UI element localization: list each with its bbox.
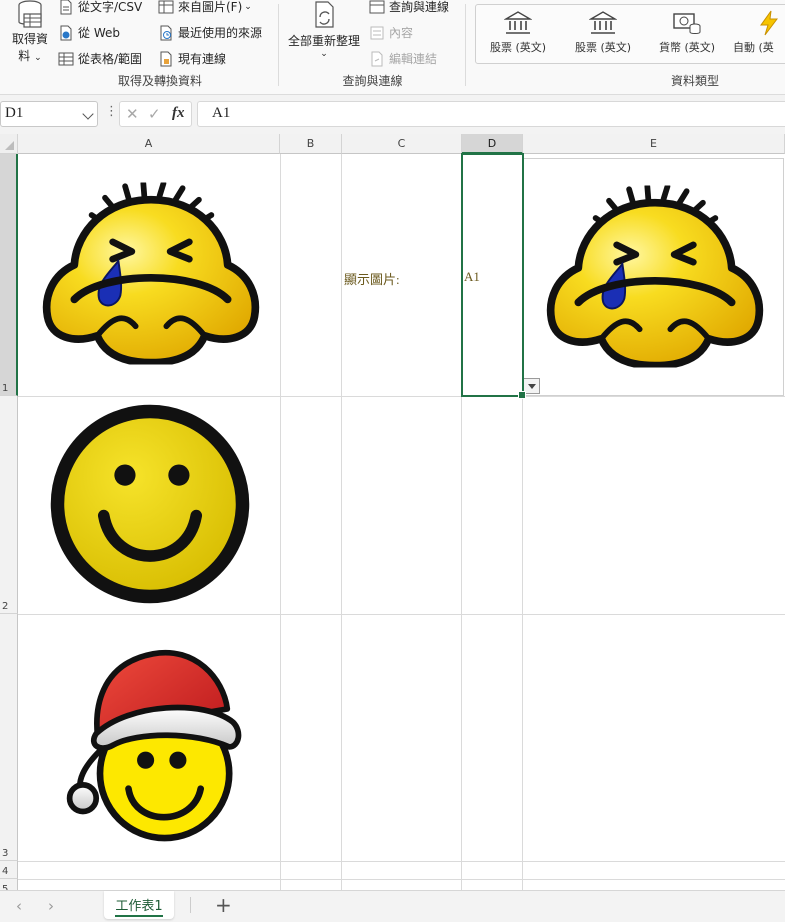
stocks-data-type-button[interactable]: 股票 (英文): [480, 10, 556, 55]
gridline: [341, 154, 342, 890]
bank-icon: [589, 11, 617, 34]
cancel-icon[interactable]: ✕: [126, 105, 139, 123]
group-label-get-transform: 取得及轉換資料: [117, 74, 202, 88]
from-picture-label: 來自圖片(F): [178, 0, 243, 14]
column-header-a[interactable]: A: [18, 134, 280, 154]
text-file-icon: [60, 0, 72, 14]
gridline: [18, 861, 785, 862]
from-text-csv-button[interactable]: 從文字/CSV: [58, 0, 142, 15]
stocks-data-type-button-2[interactable]: 股票 (英文): [565, 10, 641, 55]
gridline: [18, 614, 785, 615]
table-icon: [58, 52, 74, 65]
column-header-b[interactable]: B: [280, 134, 342, 154]
refresh-icon: [315, 1, 334, 28]
sheet-tab-bar: ‹ › 工作表1 +: [0, 890, 785, 922]
web-file-icon: [60, 25, 72, 40]
crying-face-icon[interactable]: [36, 181, 266, 366]
row-header-5[interactable]: 5: [0, 879, 18, 890]
row-header-2[interactable]: 2: [0, 396, 18, 614]
enter-icon[interactable]: ✓: [148, 105, 161, 123]
row-header-4[interactable]: 4: [0, 861, 18, 879]
row-header-1[interactable]: 1: [0, 154, 18, 396]
lightning-icon: [760, 10, 778, 36]
edit-links-label: 編輯連結: [389, 52, 438, 66]
get-data-label-1: 取得資: [11, 32, 48, 46]
previous-sheet-icon[interactable]: ‹: [16, 897, 22, 915]
get-data-label-2: 料 ⌄: [18, 49, 42, 63]
insert-function-icon[interactable]: fx: [172, 105, 185, 122]
smiley-face-icon[interactable]: [44, 398, 256, 610]
active-cell-selection: [461, 153, 526, 399]
cell-c1[interactable]: 顯示圖片:: [344, 269, 400, 288]
queries-connections-button[interactable]: 查詢與連線: [369, 0, 449, 15]
picture-table-icon: [158, 0, 174, 13]
add-sheet-button[interactable]: +: [215, 893, 232, 917]
from-table-range-button[interactable]: 從表格/範圍: [58, 50, 142, 67]
recent-file-icon: [160, 25, 172, 40]
queries-connections-label: 查詢與連線: [389, 0, 450, 14]
sheet-tab-label: 工作表1: [115, 899, 163, 917]
worksheet-grid[interactable]: A B C D E 1 2 3 4 5 顯示圖片: A1: [0, 134, 785, 890]
next-sheet-icon[interactable]: ›: [48, 897, 54, 915]
from-table-range-label: 從表格/範圍: [78, 52, 143, 66]
tab-separator: [190, 897, 191, 913]
connection-file-icon: [160, 51, 172, 66]
select-all-button[interactable]: [0, 134, 18, 154]
automatic-label: 自動 (英: [733, 41, 774, 54]
bank-icon: [504, 11, 532, 34]
formula-value: A1: [212, 105, 231, 121]
stocks-label: 股票 (英文): [489, 41, 547, 54]
gridline: [18, 396, 785, 397]
currency-icon: [673, 13, 701, 34]
formula-bar: D1 ⋮ ✕ ✓ fx A1: [0, 99, 785, 131]
crying-face-icon[interactable]: [540, 184, 770, 369]
currency-label: 貨幣 (英文): [658, 41, 716, 54]
from-web-button[interactable]: 從 Web: [58, 24, 120, 41]
santa-hat-smiley-icon[interactable]: [62, 640, 252, 850]
properties-icon: [370, 26, 384, 39]
from-web-label: 從 Web: [78, 26, 120, 40]
name-box-value: D1: [5, 105, 24, 121]
group-separator: [278, 4, 279, 86]
queries-icon: [369, 0, 385, 13]
formula-input[interactable]: A1: [197, 101, 785, 127]
database-icon: [18, 0, 42, 28]
name-box[interactable]: D1: [0, 101, 98, 127]
column-header-c[interactable]: C: [342, 134, 462, 154]
automatic-data-type-button[interactable]: 自動 (英: [733, 10, 785, 55]
group-label-data-types: 資料類型: [670, 74, 719, 88]
more-options-icon[interactable]: ⋮: [105, 104, 118, 119]
gridline: [280, 154, 281, 890]
edit-links-icon: [371, 51, 383, 66]
get-data-button[interactable]: 取得資 料 ⌄: [8, 0, 52, 64]
column-header-e[interactable]: E: [523, 134, 785, 154]
existing-connections-button[interactable]: 現有連線: [158, 50, 226, 67]
recent-sources-label: 最近使用的來源: [178, 26, 263, 40]
from-picture-button[interactable]: 來自圖片(F) ⌄: [158, 0, 252, 15]
group-separator: [465, 4, 466, 86]
existing-connections-label: 現有連線: [178, 52, 227, 66]
chevron-down-icon: ⌄: [244, 1, 252, 12]
recent-sources-button[interactable]: 最近使用的來源: [158, 24, 262, 41]
chevron-down-icon[interactable]: [82, 108, 94, 120]
refresh-all-button[interactable]: 全部重新整理 ⌄: [284, 0, 364, 59]
formula-buttons: ✕ ✓ fx: [119, 101, 192, 127]
properties-label: 內容: [389, 26, 414, 40]
ribbon: 取得資 料 ⌄ 從文字/CSV 從 Web 從表格/範圍 來自圖片(F) ⌄ 最…: [0, 0, 785, 95]
currency-data-type-button[interactable]: 貨幣 (英文): [649, 10, 725, 55]
gridline: [18, 879, 785, 880]
column-header-d[interactable]: D: [462, 134, 523, 154]
edit-links-button[interactable]: 編輯連結: [369, 50, 437, 67]
row-header-3[interactable]: 3: [0, 614, 18, 861]
group-label-queries: 查詢與連線: [342, 74, 403, 88]
properties-button[interactable]: 內容: [369, 24, 413, 41]
chevron-down-icon: ⌄: [34, 53, 42, 63]
chevron-down-icon: ⌄: [320, 49, 328, 59]
stocks-label-2: 股票 (英文): [574, 41, 632, 54]
refresh-all-label: 全部重新整理: [287, 34, 360, 48]
sheet-tab-active[interactable]: 工作表1: [104, 891, 174, 919]
from-text-csv-label: 從文字/CSV: [78, 0, 143, 14]
